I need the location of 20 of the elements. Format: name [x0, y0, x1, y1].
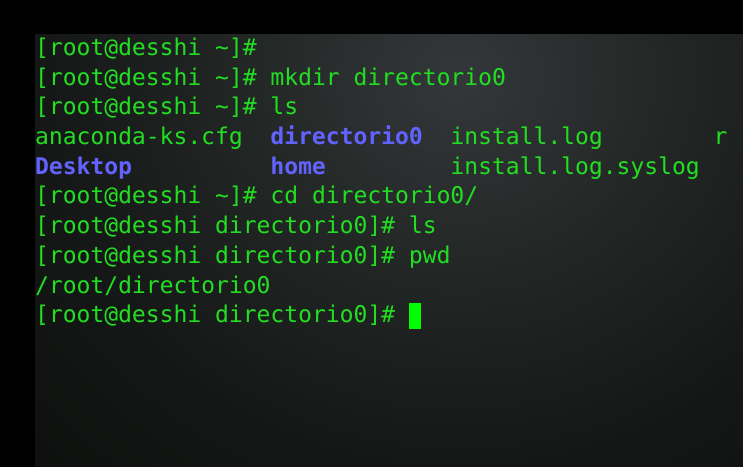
command-text: ls	[408, 212, 437, 242]
output-text: /root/directorio0	[35, 272, 270, 300]
directory-name: Desktop	[35, 154, 132, 180]
file-name: install.log.syslog	[450, 154, 700, 180]
directory-name: directorio0	[270, 124, 423, 150]
prompt-text: [root@desshi directorio0]#	[35, 301, 396, 330]
command-text: mkdir directorio0	[270, 64, 506, 93]
file-name: install.log	[450, 124, 603, 150]
prompt-text: [root@desshi directorio0]#	[35, 242, 396, 271]
command-text: cd directorio0/	[270, 182, 478, 212]
file-name: r	[713, 124, 728, 150]
directory-name: home	[270, 154, 326, 180]
prompt-text: [root@desshi ~]#	[35, 64, 257, 93]
command-text: pwd	[408, 242, 450, 271]
prompt-text: [root@desshi ~]#	[35, 182, 257, 212]
prompt-text: [root@desshi ~]#	[35, 93, 257, 122]
command-text: ls	[270, 93, 298, 122]
prompt-text: [root@desshi ~]#	[35, 34, 257, 63]
prompt-text: [root@desshi directorio0]#	[35, 212, 396, 242]
file-name: anaconda-ks.cfg	[35, 124, 243, 150]
